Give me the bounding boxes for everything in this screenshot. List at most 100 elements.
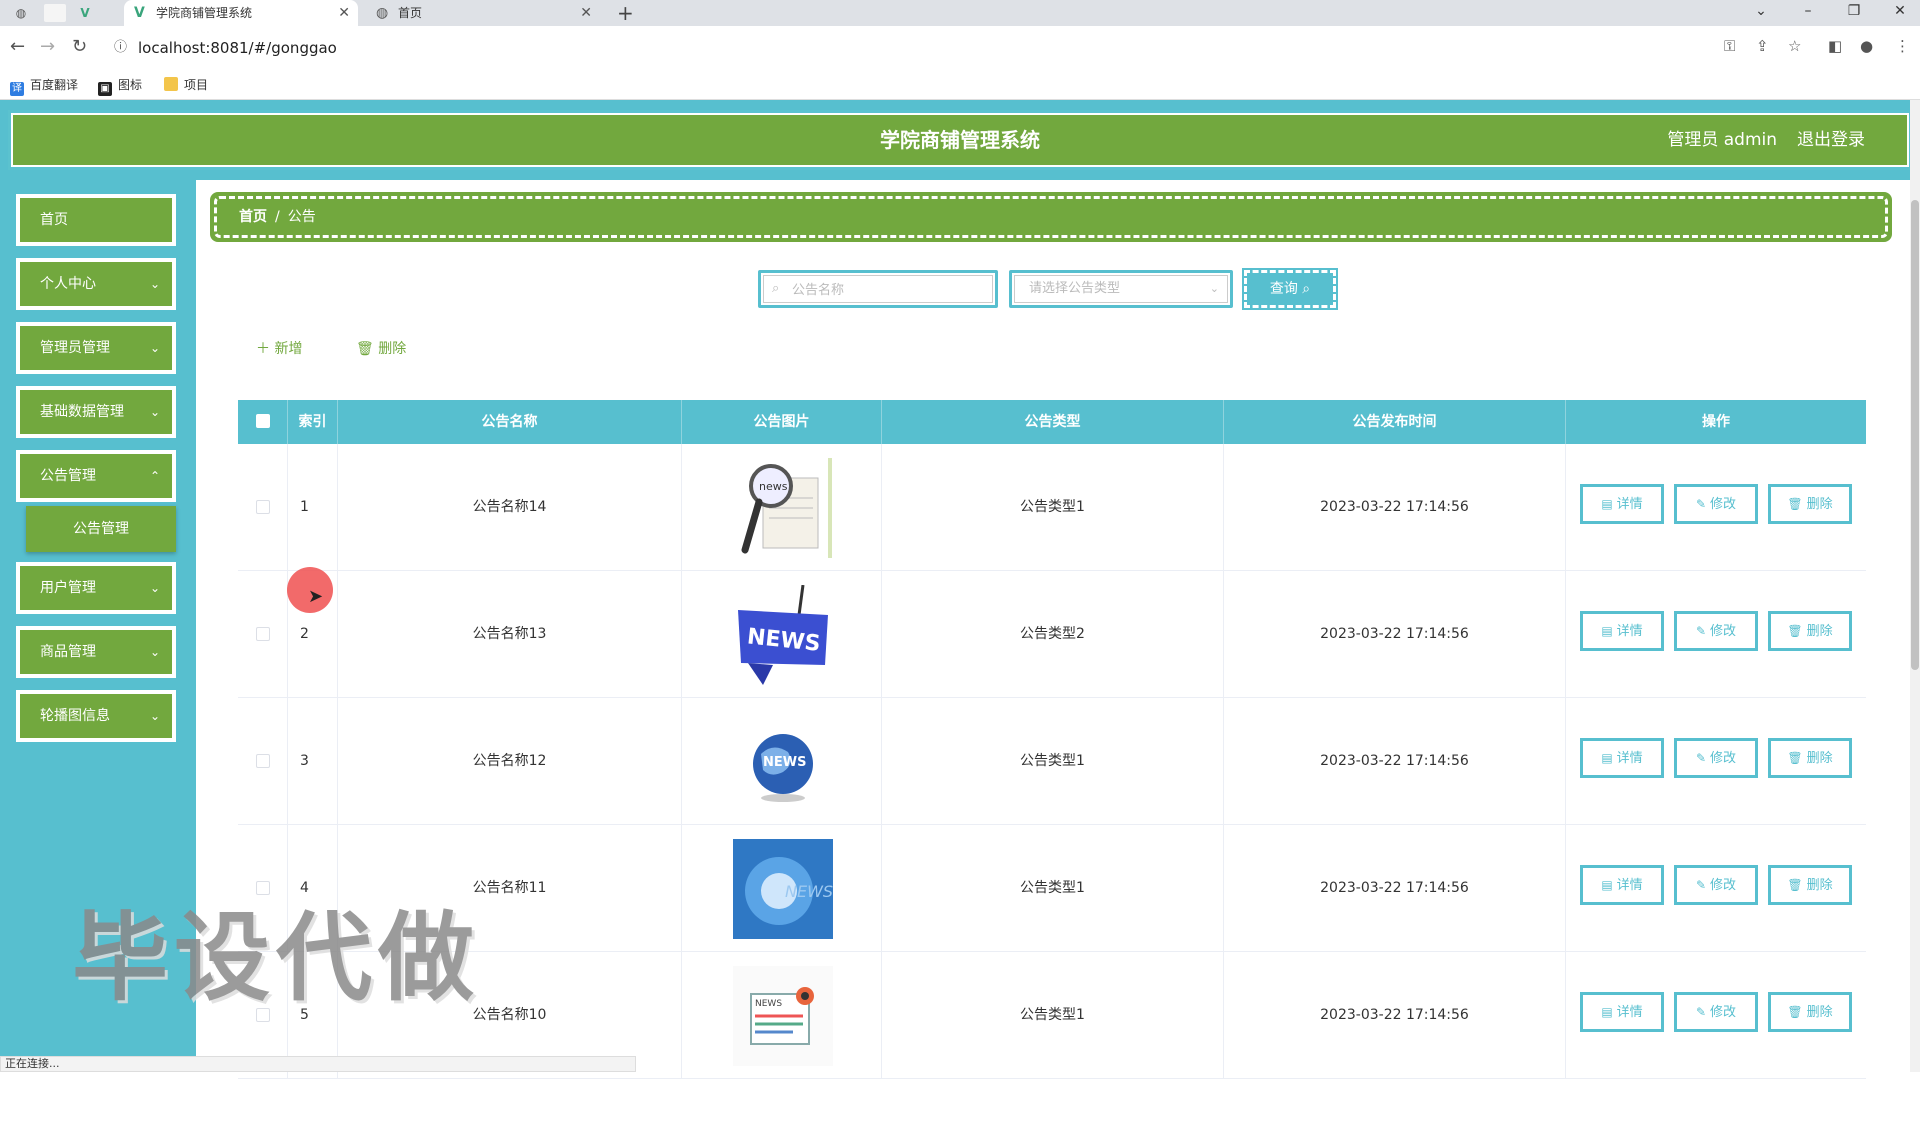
chevron-down-icon: ⌄ bbox=[149, 709, 160, 723]
bookmark-item[interactable]: 译百度翻译 bbox=[10, 77, 78, 96]
delete-button[interactable]: 🗑 删除 bbox=[1768, 865, 1852, 905]
detail-button[interactable]: ▤ 详情 bbox=[1580, 484, 1664, 524]
sidebar-item-notices[interactable]: 公告管理 ⌃ bbox=[16, 450, 176, 502]
bookmark-item[interactable]: 项目 bbox=[164, 77, 208, 93]
close-icon[interactable]: ✕ bbox=[580, 0, 592, 26]
forward-icon[interactable]: → bbox=[40, 36, 55, 57]
restore-icon[interactable]: ❐ bbox=[1839, 0, 1869, 22]
row-type: 公告类型1 bbox=[882, 444, 1224, 571]
logout-button[interactable]: 退出登录 bbox=[1797, 113, 1865, 167]
url-text: localhost:8081/#/gonggao bbox=[138, 39, 337, 57]
row-image-cell: news bbox=[682, 444, 882, 571]
pencil-icon: ✎ bbox=[1695, 497, 1707, 511]
info-icon[interactable]: ⓘ bbox=[114, 33, 127, 63]
blank-tab-icon[interactable] bbox=[44, 4, 66, 22]
url-field[interactable]: ⓘ localhost:8081/#/gonggao bbox=[106, 33, 1706, 63]
checkbox[interactable] bbox=[256, 627, 270, 641]
checkbox[interactable] bbox=[256, 754, 270, 768]
search-input-inner: ⌕ bbox=[763, 275, 993, 303]
chevron-down-icon: ⌄ bbox=[149, 277, 160, 291]
scrollbar-thumb[interactable] bbox=[1911, 200, 1919, 670]
header-select-all[interactable] bbox=[238, 400, 288, 444]
sidebar-item-personal[interactable]: 个人中心 ⌄ bbox=[16, 258, 176, 310]
pencil-icon: ✎ bbox=[1695, 624, 1707, 638]
delete-button[interactable]: 🗑 删除 bbox=[1768, 611, 1852, 651]
edit-button[interactable]: ✎ 修改 bbox=[1674, 865, 1758, 905]
table-row: 2 公告名称13 NEWS 公告类型2 2023-03-22 17:14:56 ▤ 详情 ✎ 修… bbox=[238, 571, 1866, 698]
query-button[interactable]: 查询 ⌕ bbox=[1242, 268, 1338, 310]
bookmark-item[interactable]: ▣ 图标 bbox=[98, 77, 142, 96]
chevron-down-icon: ⌄ bbox=[149, 405, 160, 419]
breadcrumb-home[interactable]: 首页 bbox=[239, 209, 267, 225]
notice-image[interactable]: news bbox=[733, 458, 833, 558]
sidebar-item-admins[interactable]: 管理员管理 ⌄ bbox=[16, 322, 176, 374]
star-icon[interactable]: ☆ bbox=[1788, 37, 1801, 55]
sidebar-item-users[interactable]: 用户管理 ⌄ bbox=[16, 562, 176, 614]
pencil-icon: ✎ bbox=[1695, 878, 1707, 892]
checkbox[interactable] bbox=[256, 414, 270, 428]
table-row: 3 公告名称12 NEWS 公告类型1 2023-03-22 17:14:56 ▤ 详情 ✎ 修… bbox=[238, 698, 1866, 825]
sidebar-item-goods[interactable]: 商品管理 ⌄ bbox=[16, 626, 176, 678]
sidebar-item-home[interactable]: 首页 bbox=[16, 194, 176, 246]
breadcrumb-separator: / bbox=[275, 209, 280, 225]
tab-label: 首页 bbox=[398, 6, 423, 20]
edit-button[interactable]: ✎ 修改 bbox=[1674, 738, 1758, 778]
svg-text:NEWS: NEWS bbox=[755, 999, 782, 1009]
chevron-up-icon: ⌃ bbox=[149, 469, 160, 483]
row-time: 2023-03-22 17:14:56 bbox=[1224, 571, 1566, 698]
bulk-delete-button[interactable]: 🗑 删除 bbox=[356, 338, 406, 358]
submenu-notice-manage[interactable]: 公告管理 bbox=[26, 506, 176, 552]
notice-image[interactable]: NEWS bbox=[733, 966, 833, 1066]
side-panel-icon[interactable]: ◧ bbox=[1828, 37, 1842, 55]
menu-icon[interactable]: ⋮ bbox=[1895, 37, 1910, 55]
edit-button[interactable]: ✎ 修改 bbox=[1674, 484, 1758, 524]
reload-icon[interactable]: ↻ bbox=[72, 36, 87, 57]
detail-button[interactable]: ▤ 详情 bbox=[1580, 738, 1664, 778]
add-button[interactable]: ＋ 新增 bbox=[256, 338, 302, 358]
share-icon[interactable]: ⇪ bbox=[1756, 37, 1769, 55]
row-index: 1 bbox=[288, 444, 338, 571]
notice-image[interactable]: NEWS bbox=[733, 712, 833, 812]
sidebar-item-base-data[interactable]: 基础数据管理 ⌄ bbox=[16, 386, 176, 438]
tab-app[interactable]: V 学院商铺管理系统 ✕ bbox=[124, 0, 358, 26]
delete-button[interactable]: 🗑 删除 bbox=[1768, 738, 1852, 778]
image-icon: ▣ bbox=[98, 82, 112, 96]
minimize-icon[interactable]: – bbox=[1793, 0, 1823, 22]
notice-type-select[interactable]: 请选择公告类型 ⌄ bbox=[1009, 270, 1233, 308]
search-icon: ⌕ bbox=[772, 281, 780, 296]
tab-search-chevron-icon[interactable]: ⌄ bbox=[1746, 0, 1776, 22]
tab-label: 学院商铺管理系统 bbox=[156, 6, 253, 20]
document-icon: ▤ bbox=[1601, 878, 1613, 892]
window-close-icon[interactable]: ✕ bbox=[1885, 0, 1915, 22]
edit-button[interactable]: ✎ 修改 bbox=[1674, 992, 1758, 1032]
edit-button[interactable]: ✎ 修改 bbox=[1674, 611, 1758, 651]
row-time: 2023-03-22 17:14:56 bbox=[1224, 444, 1566, 571]
back-icon[interactable]: ← bbox=[10, 36, 25, 57]
close-icon[interactable]: ✕ bbox=[338, 0, 350, 26]
search-input[interactable] bbox=[792, 276, 982, 302]
sidebar-item-carousel[interactable]: 轮播图信息 ⌄ bbox=[16, 690, 176, 742]
vue-icon[interactable]: V bbox=[76, 4, 94, 22]
detail-button[interactable]: ▤ 详情 bbox=[1580, 992, 1664, 1032]
profile-icon[interactable]: ● bbox=[1860, 37, 1873, 55]
key-icon[interactable]: ⚿ bbox=[1724, 37, 1735, 55]
translate-icon: 译 bbox=[10, 82, 24, 96]
globe-icon[interactable]: ◍ bbox=[12, 4, 30, 22]
row-name: 公告名称12 bbox=[338, 698, 682, 825]
breadcrumb-inner: 首页 / 公告 bbox=[214, 196, 1888, 238]
new-tab-button[interactable]: + bbox=[617, 0, 634, 26]
delete-button[interactable]: 🗑 删除 bbox=[1768, 484, 1852, 524]
notice-image[interactable]: NEWS bbox=[733, 584, 833, 685]
trash-icon: 🗑 bbox=[1787, 1005, 1803, 1019]
header-name: 公告名称 bbox=[338, 400, 682, 444]
checkbox[interactable] bbox=[256, 500, 270, 514]
detail-button[interactable]: ▤ 详情 bbox=[1580, 865, 1664, 905]
notice-image[interactable]: NEWS bbox=[733, 839, 833, 939]
header-actions: 操作 bbox=[1702, 414, 1730, 430]
delete-button[interactable]: 🗑 删除 bbox=[1768, 992, 1852, 1032]
row-time: 2023-03-22 17:14:56 bbox=[1224, 825, 1566, 952]
tab-home[interactable]: ◍ 首页 ✕ bbox=[366, 0, 600, 26]
row-index: 3 bbox=[288, 698, 338, 825]
breadcrumb: 首页 / 公告 bbox=[210, 192, 1892, 242]
detail-button[interactable]: ▤ 详情 bbox=[1580, 611, 1664, 651]
